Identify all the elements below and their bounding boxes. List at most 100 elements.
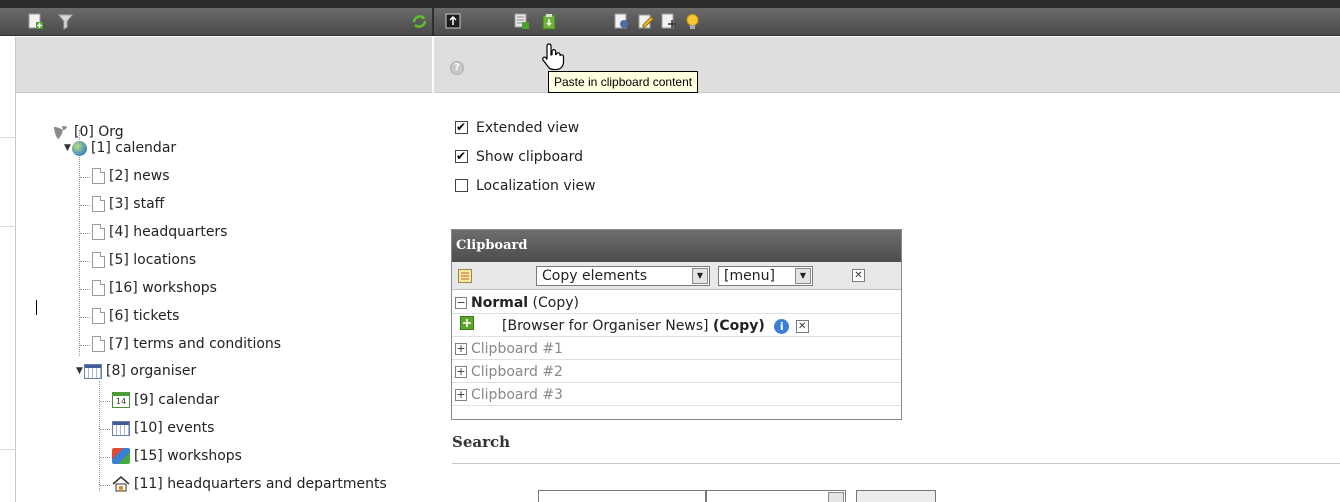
collapse-arrow-icon[interactable]: ▼ <box>76 360 84 382</box>
collapse-icon[interactable]: − <box>455 297 467 309</box>
tree-node-sub[interactable]: [11] headquarters and departments <box>112 473 387 495</box>
clipboard-entry-suffix: (Copy) <box>712 318 765 334</box>
show-clipboard-label: Show clipboard <box>476 149 584 165</box>
clipboard-pad-label: Clipboard #1 <box>471 341 563 357</box>
clipboard-pad-1[interactable]: + Clipboard #1 <box>452 338 901 360</box>
tree-node-page[interactable]: [7] terms and conditions <box>92 333 281 355</box>
clipboard-entry-row: [Browser for Organiser News] (Copy) i ✕ <box>452 315 901 337</box>
tree-branch <box>100 429 110 430</box>
page-icon <box>92 280 105 296</box>
refresh-icon[interactable] <box>411 13 428 30</box>
dropdown-arrow-icon <box>828 492 844 502</box>
show-clipboard-option[interactable]: Show clipboard <box>455 147 583 167</box>
calendar-day-icon: 14 <box>112 392 130 408</box>
tree-branch <box>80 289 90 290</box>
expand-icon[interactable]: + <box>455 343 467 355</box>
normal-pad-suffix: (Copy) <box>532 295 579 311</box>
tree-node-label: [6] tickets <box>109 308 180 324</box>
page-icon <box>92 168 105 184</box>
clipboard-pad-label: Clipboard #2 <box>471 364 563 380</box>
clipboard-menu-value: [menu] <box>724 268 775 284</box>
normal-pad-label: Normal <box>471 295 529 311</box>
clipboard-pad-3[interactable]: + Clipboard #3 <box>452 384 901 406</box>
new-page-icon[interactable] <box>27 13 44 30</box>
clipboard-mode-select[interactable]: Copy elements ▼ <box>536 266 710 286</box>
tree-node-label: [5] locations <box>109 252 197 268</box>
tree-branch <box>80 317 90 318</box>
tree-node-page[interactable]: [3] staff <box>92 193 164 215</box>
localization-view-option[interactable]: Localization view <box>455 176 596 196</box>
tree-branch <box>100 457 110 458</box>
tree-node-page[interactable]: [16] workshops <box>92 277 217 299</box>
info-icon[interactable]: i <box>774 318 790 334</box>
tree-branch <box>80 233 90 234</box>
clipboard-panel: Clipboard Copy elements ▼ [menu] ▼ ✕ − No… <box>451 229 902 420</box>
dropdown-arrow-icon: ▼ <box>795 268 811 284</box>
search-depth-select[interactable] <box>706 490 846 502</box>
tree-node-label: [3] staff <box>109 196 165 212</box>
clipboard-normal-row[interactable]: − Normal (Copy) <box>452 292 901 314</box>
edit-icon[interactable] <box>637 13 654 30</box>
new-record-icon[interactable] <box>513 13 530 30</box>
tree-node-sub[interactable]: 14 [9] calendar <box>112 389 219 411</box>
clipboard-entry-title[interactable]: [Browser for Organiser News] <box>502 318 709 334</box>
page-icon <box>92 336 105 352</box>
tree-node-label: [1] calendar <box>91 140 177 156</box>
move-icon[interactable] <box>660 13 677 30</box>
tree-node-page[interactable]: [4] headquarters <box>92 221 227 243</box>
extended-view-label: Extended view <box>476 120 580 136</box>
tree-node-page[interactable]: [6] tickets <box>92 305 179 327</box>
list-icon[interactable] <box>458 269 472 287</box>
tree-header-bar <box>16 37 432 93</box>
tree-node-calendar[interactable]: ▼ [1] calendar <box>64 137 176 159</box>
tree-node-label: [9] calendar <box>134 392 220 408</box>
tree-node-label: [8] organiser <box>106 363 197 379</box>
tips-icon[interactable] <box>684 13 701 30</box>
tree-node-organiser[interactable]: ▼ [8] organiser <box>76 360 196 382</box>
tree-line <box>79 130 80 356</box>
help-icon[interactable]: ? <box>450 61 464 75</box>
tree-node-label: [10] events <box>134 420 215 436</box>
localization-view-label: Localization view <box>476 178 596 194</box>
tree-node-label: [15] workshops <box>134 448 242 464</box>
tree-branch <box>80 205 90 206</box>
collapse-arrow-icon[interactable]: ▼ <box>64 137 72 159</box>
extended-view-option[interactable]: Extended view <box>455 118 579 138</box>
clear-clipboard-icon[interactable]: ✕ <box>852 269 865 282</box>
search-form-cropped <box>452 490 1340 502</box>
clipboard-controls: Copy elements ▼ [menu] ▼ ✕ <box>452 262 901 290</box>
expand-icon[interactable]: + <box>455 389 467 401</box>
paste-icon[interactable] <box>541 13 558 30</box>
extended-view-checkbox[interactable] <box>455 119 468 135</box>
dropdown-arrow-icon: ▼ <box>692 268 708 284</box>
tree-node-label: [16] workshops <box>109 280 217 296</box>
page-icon <box>92 308 105 324</box>
tree-branch <box>80 261 90 262</box>
clipboard-pad-2[interactable]: + Clipboard #2 <box>452 361 901 383</box>
tree-node-page[interactable]: [5] locations <box>92 249 196 271</box>
tree-node-sub[interactable]: [15] workshops <box>112 445 242 467</box>
show-clipboard-checkbox[interactable] <box>455 148 468 164</box>
localization-view-checkbox[interactable] <box>455 178 468 192</box>
clipboard-mode-value: Copy elements <box>542 268 647 284</box>
tree-node-label: [11] headquarters and departments <box>134 476 387 492</box>
filter-icon[interactable] <box>57 13 74 30</box>
expand-icon[interactable]: + <box>455 366 467 378</box>
search-string-input[interactable] <box>538 490 706 502</box>
calendar-grid-icon <box>84 363 102 379</box>
search-button[interactable] <box>856 490 936 502</box>
remove-entry-icon[interactable]: ✕ <box>795 319 809 333</box>
clipboard-menu-select[interactable]: [menu] ▼ <box>718 266 813 286</box>
hand-cursor-icon <box>540 42 566 72</box>
page-tree: [0] Org ▼ [1] calendar [2] news [3] staff… <box>16 94 432 502</box>
toolbar <box>0 8 1340 36</box>
tree-node-page[interactable]: [2] news <box>92 165 170 187</box>
view-icon[interactable] <box>613 13 630 30</box>
toolbar-separator <box>432 8 434 36</box>
tree-line <box>99 381 100 491</box>
chart-icon <box>112 448 130 464</box>
search-heading: Search <box>452 433 511 451</box>
tree-node-sub[interactable]: [10] events <box>112 417 214 439</box>
move-up-icon[interactable] <box>445 13 462 30</box>
content-element-icon <box>460 315 474 337</box>
